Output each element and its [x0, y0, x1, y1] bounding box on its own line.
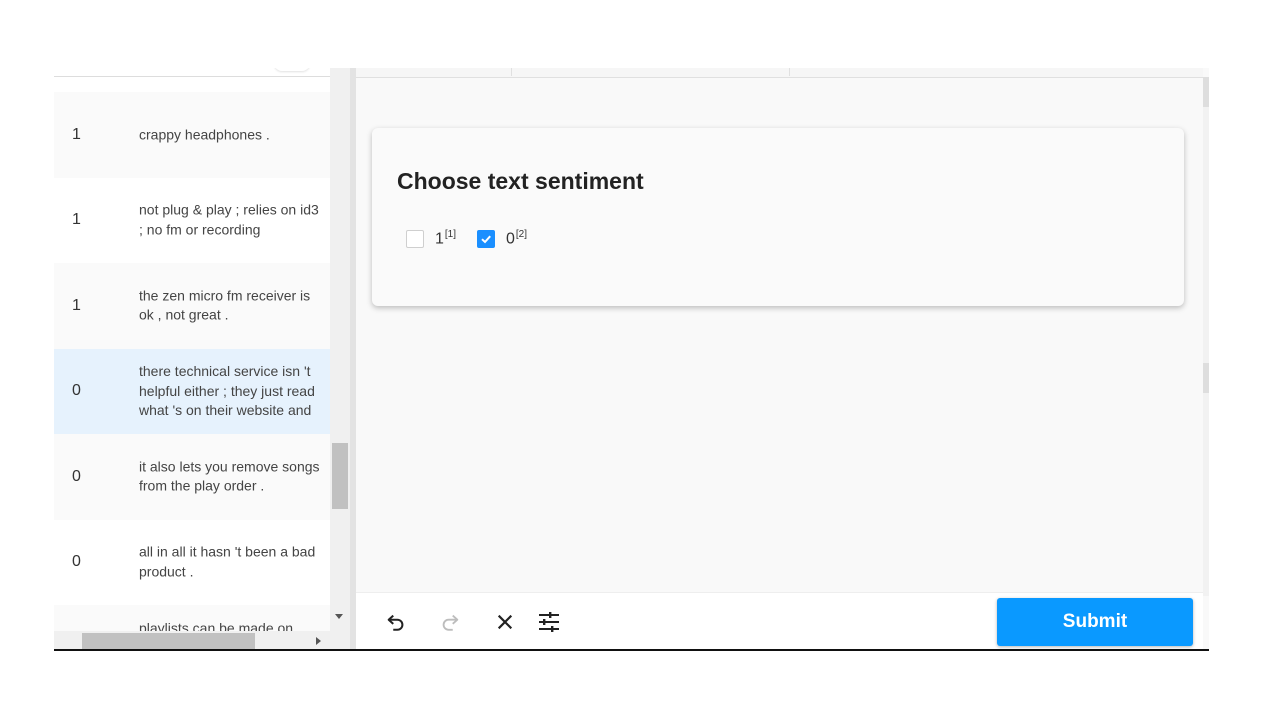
table-row[interactable]: 1 not plug & play ; relies on id3 ; no f…: [54, 177, 330, 263]
hotkey-hint: [1]: [444, 229, 457, 240]
row-text: crappy headphones .: [139, 126, 270, 142]
table-row[interactable]: 1 the zen micro fm receiver is ok , not …: [54, 263, 330, 349]
sentiment-card: Choose text sentiment 1[1] 0[2]: [372, 128, 1184, 306]
row-text: all in all it hasn 't been a bad product…: [139, 543, 316, 580]
table-row[interactable]: 0 it also lets you remove songs from the…: [54, 434, 330, 520]
checkbox-checked[interactable]: [477, 229, 495, 248]
row-text: the zen micro fm receiver is ok , not gr…: [139, 287, 311, 323]
right-scrollbar-thumb[interactable]: [1203, 77, 1209, 107]
checkbox[interactable]: [406, 229, 424, 248]
choice-label: 0[2]: [506, 229, 528, 248]
settings-sliders-icon[interactable]: [534, 607, 564, 637]
task-list: 1 crappy headphones . 1 not plug & play …: [54, 92, 330, 651]
right-scrollbar-thumb[interactable]: [1203, 363, 1209, 393]
submit-button[interactable]: Submit: [997, 598, 1193, 646]
check-icon: [481, 235, 491, 244]
annotation-panel: Choose text sentiment 1[1] 0[2] Submit: [356, 68, 1209, 651]
scroll-down-arrow-icon[interactable]: [335, 614, 343, 619]
row-label: 1: [72, 296, 81, 314]
card-title: Choose text sentiment: [397, 168, 644, 194]
row-text: not plug & play ; relies on id3 ; no fm …: [139, 201, 319, 238]
row-label: 0: [72, 382, 81, 400]
undo-icon[interactable]: [381, 607, 411, 637]
horizontal-scrollbar-thumb[interactable]: [82, 633, 255, 649]
horizontal-scrollbar[interactable]: [54, 631, 330, 651]
row-label: 0: [72, 467, 81, 485]
vertical-scrollbar-thumb[interactable]: [332, 443, 348, 509]
scroll-right-arrow-icon[interactable]: [316, 637, 321, 645]
tab-divider: [511, 68, 512, 76]
labeling-app: 1 crappy headphones . 1 not plug & play …: [54, 68, 1209, 651]
table-row-selected[interactable]: 0 there technical service isn 't helpful…: [54, 348, 330, 434]
task-list-header: [54, 68, 330, 77]
table-row[interactable]: 0 all in all it hasn 't been a bad produ…: [54, 519, 330, 605]
row-label: 1: [72, 211, 81, 229]
row-text: there technical service isn 't helpful e…: [139, 363, 315, 418]
redo-icon[interactable]: [435, 607, 465, 637]
choice-1[interactable]: 1[1]: [406, 229, 456, 248]
header-control[interactable]: [274, 68, 310, 71]
bottom-border: [54, 649, 1209, 651]
row-label: 0: [72, 553, 81, 571]
tab-divider: [789, 68, 790, 76]
panel-tab-bar: [356, 68, 1203, 78]
bottom-toolbar: Submit: [356, 592, 1203, 651]
choice-label: 1[1]: [435, 229, 457, 248]
row-label: 1: [72, 125, 81, 143]
choice-0[interactable]: 0[2]: [477, 229, 527, 248]
vertical-scrollbar[interactable]: [330, 68, 350, 651]
hotkey-hint: [2]: [515, 229, 528, 240]
row-text: it also lets you remove songs from the p…: [139, 458, 320, 494]
close-icon[interactable]: [490, 607, 520, 637]
task-list-panel: 1 crappy headphones . 1 not plug & play …: [54, 68, 356, 651]
right-scrollbar[interactable]: [1203, 77, 1209, 596]
table-row[interactable]: 1 crappy headphones .: [54, 92, 330, 178]
